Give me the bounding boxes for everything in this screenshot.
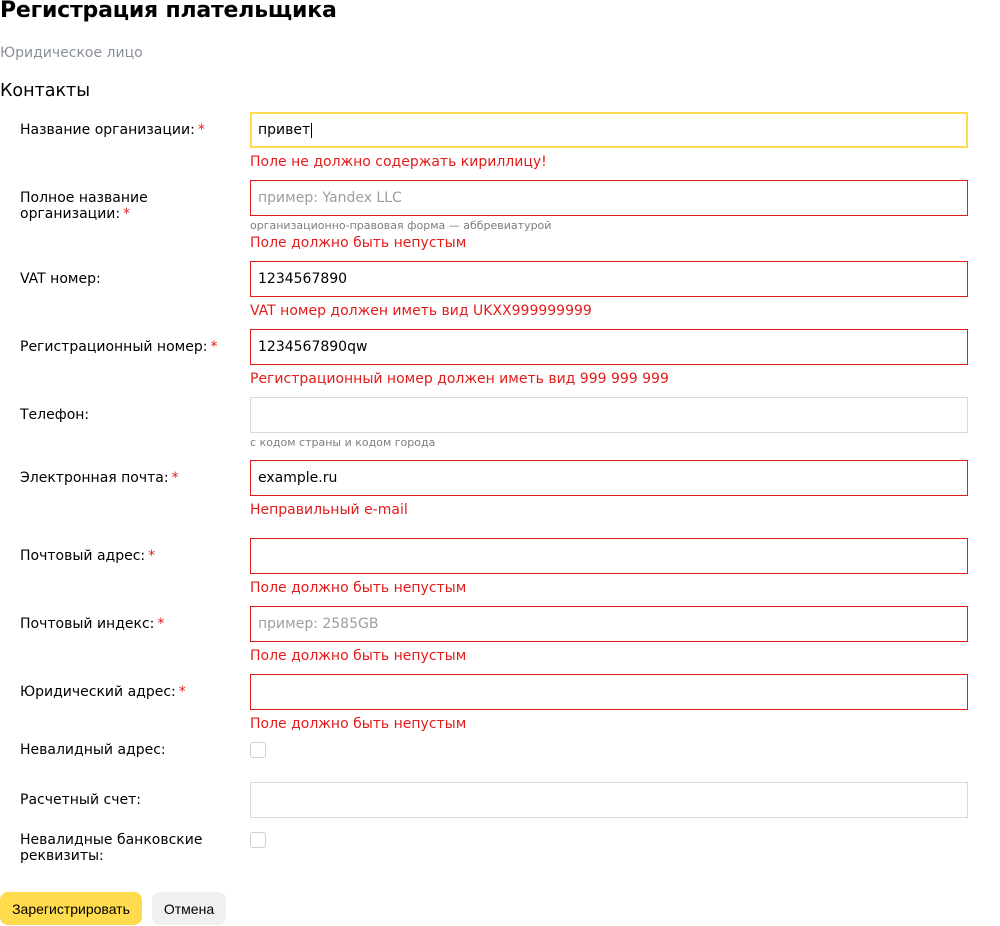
postal-address-input[interactable] <box>250 538 968 574</box>
reg-number-error: Регистрационный номер должен иметь вид 9… <box>250 371 669 387</box>
submit-button[interactable]: Зарегистрировать <box>0 892 142 925</box>
required-mark: * <box>148 548 156 564</box>
org-name-error: Поле не должно содержать кириллицу! <box>250 154 547 170</box>
invalid-address-label: Невалидный адрес: <box>20 742 166 758</box>
vat-label: VAT номер: <box>20 271 101 287</box>
reg-number-input[interactable]: 1234567890qw <box>250 329 968 365</box>
org-full-name-input[interactable]: пример: Yandex LLC <box>250 180 968 216</box>
email-input[interactable]: example.ru <box>250 460 968 496</box>
org-full-name-label: Полное название организации: * <box>20 190 148 222</box>
required-mark: * <box>178 684 186 700</box>
postal-index-error: Поле должно быть непустым <box>250 648 467 664</box>
org-full-name-placeholder: пример: Yandex LLC <box>258 190 402 206</box>
page-title: Регистрация плательщика <box>0 0 337 23</box>
email-error: Неправильный e-mail <box>250 502 408 518</box>
reg-number-label: Регистрационный номер: * <box>20 339 218 355</box>
vat-error: VAT номер должен иметь вид UKXX999999999 <box>250 303 592 319</box>
postal-index-placeholder: пример: 2585GB <box>258 616 379 632</box>
org-name-label: Название организации: * <box>20 122 205 138</box>
legal-address-error: Поле должно быть непустым <box>250 716 467 732</box>
required-mark: * <box>157 616 165 632</box>
required-mark: * <box>197 122 205 138</box>
account-label: Расчетный счет: <box>20 792 141 808</box>
legal-address-input[interactable] <box>250 674 968 710</box>
required-mark: * <box>210 339 218 355</box>
page-subtitle: Юридическое лицо <box>0 45 143 61</box>
phone-hint: с кодом страны и кодом города <box>250 436 436 449</box>
legal-address-label: Юридический адрес: * <box>20 684 186 700</box>
email-label: Электронная почта: * <box>20 470 179 486</box>
phone-input[interactable] <box>250 397 968 433</box>
cancel-button[interactable]: Отмена <box>152 892 226 925</box>
invalid-bank-checkbox[interactable] <box>250 832 266 848</box>
invalid-bank-label: Невалидные банковские реквизиты: <box>20 832 203 864</box>
org-full-name-error: Поле должно быть непустым <box>250 235 467 251</box>
text-caret <box>311 122 313 138</box>
vat-value: 1234567890 <box>258 271 348 287</box>
phone-label: Телефон: <box>20 407 90 423</box>
postal-address-label: Почтовый адрес: * <box>20 548 156 564</box>
section-title: Контакты <box>0 81 91 101</box>
reg-number-value: 1234567890qw <box>258 339 368 355</box>
email-value: example.ru <box>258 470 338 486</box>
postal-index-label: Почтовый индекс: * <box>20 616 165 632</box>
postal-address-error: Поле должно быть непустым <box>250 580 467 596</box>
required-mark: * <box>123 206 131 222</box>
org-name-value: привет <box>258 122 311 138</box>
invalid-address-checkbox[interactable] <box>250 742 266 758</box>
account-input[interactable] <box>250 782 968 818</box>
vat-input[interactable]: 1234567890 <box>250 261 968 297</box>
required-mark: * <box>171 470 179 486</box>
org-name-input[interactable]: привет <box>250 112 968 148</box>
postal-index-input[interactable]: пример: 2585GB <box>250 606 968 642</box>
org-full-name-hint: организационно-правовая форма — аббревиа… <box>250 219 552 232</box>
